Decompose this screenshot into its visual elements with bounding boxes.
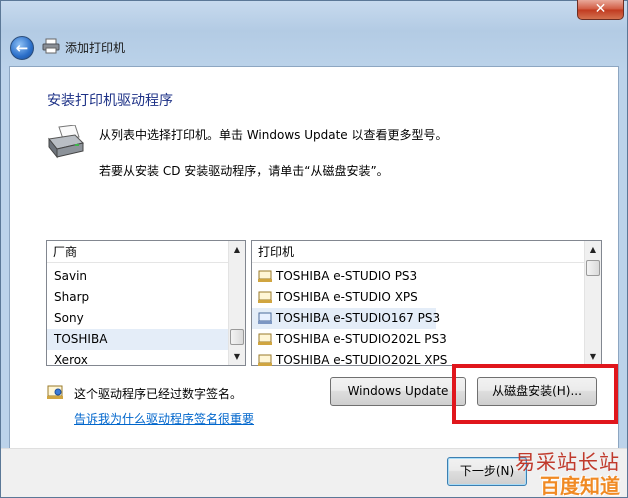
signature-status-text: 这个驱动程序已经过数字签名。: [74, 387, 243, 401]
driver-icon: [258, 354, 272, 366]
list-item[interactable]: Xerox: [47, 350, 229, 366]
printer-model-label: TOSHIBA e-STUDIO202L XPS: [276, 353, 448, 366]
driver-icon: [258, 312, 272, 324]
printer-model-label: TOSHIBA e-STUDIO XPS: [276, 290, 418, 304]
scroll-down-icon[interactable]: ▼: [585, 348, 601, 365]
manufacturer-list-header[interactable]: 厂商: [47, 241, 229, 263]
driver-icon: [258, 270, 272, 282]
printer-model-label: TOSHIBA e-STUDIO PS3: [276, 269, 418, 283]
signed-driver-icon: [47, 385, 63, 399]
list-item[interactable]: Savin: [47, 266, 229, 287]
printer-model-label: TOSHIBA e-STUDIO167 PS3: [276, 311, 441, 325]
list-item[interactable]: TOSHIBA e-STUDIO202L PS3: [252, 329, 585, 350]
watermark: 易采站长站 百度知道: [504, 446, 624, 498]
driver-icon: [258, 333, 272, 345]
instruction-text-cd: 若要从安装 CD 安装驱动程序，请单击“从磁盘安装”。: [99, 164, 389, 178]
list-item[interactable]: Sony: [47, 308, 229, 329]
printer-scrollbar[interactable]: ▲ ▼: [584, 241, 601, 365]
window-title: 添加打印机: [65, 41, 126, 55]
back-button[interactable]: ←: [10, 36, 34, 60]
windows-update-button[interactable]: Windows Update: [330, 377, 466, 406]
list-item-selected[interactable]: TOSHIBA: [47, 329, 229, 350]
signature-info-link[interactable]: 告诉我为什么驱动程序签名很重要: [74, 410, 254, 427]
list-item-selected[interactable]: TOSHIBA e-STUDIO167 PS3: [252, 308, 440, 329]
scroll-thumb[interactable]: [230, 329, 244, 345]
printer-list-header[interactable]: 打印机: [252, 241, 585, 263]
printer-model-label: TOSHIBA e-STUDIO202L PS3: [276, 332, 447, 346]
manufacturer-list[interactable]: 厂商 Savin Sharp Sony TOSHIBA Xerox ▲ ▼: [46, 240, 246, 366]
scroll-up-icon[interactable]: ▲: [229, 241, 245, 258]
list-item[interactable]: TOSHIBA e-STUDIO PS3: [252, 266, 585, 287]
close-button[interactable]: ✕: [577, 0, 624, 20]
highlight-annotation: [452, 364, 618, 424]
instruction-text: 从列表中选择打印机。单击 Windows Update 以查看更多型号。: [99, 128, 448, 142]
printer-list[interactable]: 打印机 TOSHIBA e-STUDIO PS3 TOSHIBA e-STUDI…: [251, 240, 602, 366]
scroll-up-icon[interactable]: ▲: [585, 241, 601, 258]
manufacturer-scrollbar[interactable]: ▲ ▼: [228, 241, 245, 365]
list-item[interactable]: TOSHIBA e-STUDIO XPS: [252, 287, 585, 308]
scroll-down-icon[interactable]: ▼: [229, 348, 245, 365]
printer-large-icon: [48, 125, 84, 159]
printer-icon: [42, 38, 60, 54]
scroll-thumb[interactable]: [586, 260, 600, 276]
watermark-baidu-zhidao: 百度知道: [540, 474, 620, 498]
driver-icon: [258, 291, 272, 303]
list-item[interactable]: Sharp: [47, 287, 229, 308]
page-heading: 安装打印机驱动程序: [47, 93, 173, 109]
